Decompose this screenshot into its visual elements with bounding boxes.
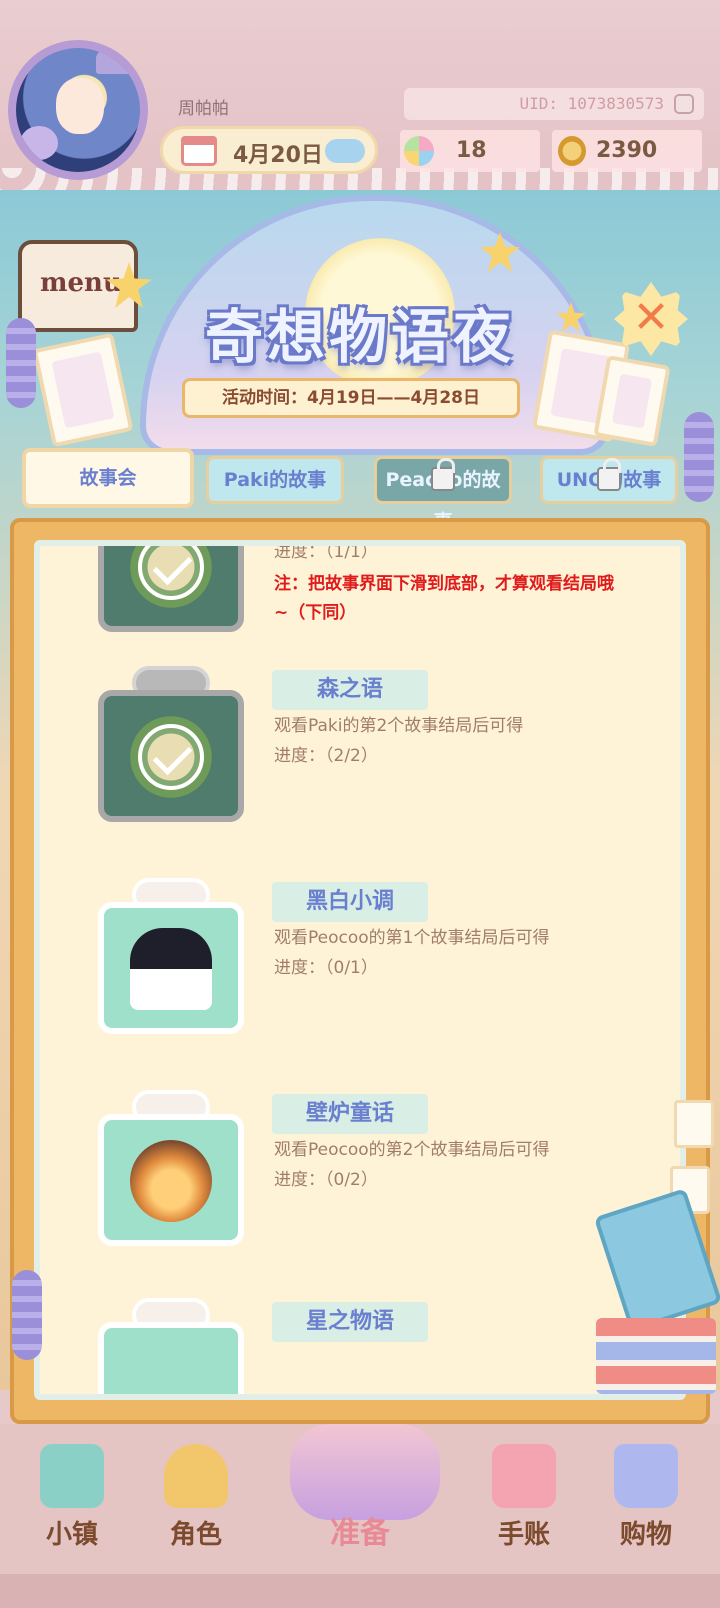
reward-item-icon[interactable]	[92, 878, 250, 1038]
avatar-pet	[20, 126, 58, 160]
nav-shop[interactable]: 购物	[586, 1438, 706, 1568]
reward-progress: 进度：（1/1）	[274, 542, 378, 562]
nav-label: 准备	[330, 1516, 390, 1551]
reward-item-icon[interactable]	[92, 1298, 250, 1394]
nav-label: 手账	[497, 1520, 550, 1550]
reward-name: 壁炉童话	[272, 1094, 428, 1134]
fireplace-art	[130, 1140, 212, 1222]
bottom-strip	[0, 1574, 720, 1608]
coin-icon	[558, 136, 586, 166]
tab-story-meeting[interactable]: 故事会	[22, 448, 194, 508]
nav-label: 小镇	[45, 1520, 98, 1550]
reward-progress: 进度：（2/2）	[274, 746, 378, 766]
book-stack-decoration	[596, 1318, 716, 1394]
lock-icon	[431, 458, 455, 491]
copy-icon[interactable]	[674, 94, 694, 114]
reward-desc: 观看Paki的第2个故事结局后可得	[274, 716, 524, 736]
username: 周帕帕	[178, 99, 229, 119]
uid-text: UID: 1073830573	[519, 94, 665, 113]
coin-count: 2390	[596, 138, 658, 163]
calendar-icon	[181, 136, 217, 166]
prepare-icon	[290, 1424, 440, 1520]
lavender-decoration	[6, 318, 36, 408]
story-card-decoration	[674, 1100, 714, 1148]
coin-currency[interactable]: 2390	[552, 130, 702, 172]
reward-list-panel[interactable]: 进度：（1/1） 注：把故事界面下滑到底部，才算观看结局哦~（下同） 森之语 观…	[34, 540, 686, 1400]
maid-dress-art	[130, 928, 212, 1010]
reward-progress: 进度：（0/2）	[274, 1170, 378, 1190]
shopping-bag-icon	[614, 1444, 678, 1508]
tab-peacoo-story[interactable]: Peacoo的故事	[374, 456, 512, 533]
nav-label: 角色	[169, 1520, 222, 1550]
nav-town[interactable]: 小镇	[12, 1438, 132, 1568]
journal-icon	[492, 1444, 556, 1508]
flower-count: 18	[456, 138, 487, 163]
flower-icon	[404, 136, 434, 166]
reward-name: 森之语	[272, 670, 428, 710]
uid-box: UID: 1073830573	[404, 88, 704, 120]
lock-icon	[597, 458, 621, 491]
tab-paki-story[interactable]: Paki的故事	[206, 456, 344, 504]
event-time: 活动时间：4月19日——4月28日	[182, 378, 520, 418]
tab-uno-story[interactable]: UNO的故事	[540, 456, 678, 504]
reward-base	[98, 1322, 244, 1394]
reward-desc: 观看Peocoo的第2个故事结局后可得	[274, 1140, 550, 1160]
avatar-image	[16, 48, 140, 172]
event-title: 奇想物语夜	[204, 303, 515, 371]
reward-item-icon[interactable]	[92, 546, 250, 636]
avatar[interactable]	[8, 40, 148, 180]
reward-desc: 观看Peocoo的第1个故事结局后可得	[274, 928, 550, 948]
close-icon: ✕	[632, 292, 670, 343]
nav-journal[interactable]: 手账	[464, 1438, 584, 1568]
reward-item-icon[interactable]	[92, 1090, 250, 1250]
reward-name: 星之物语	[272, 1302, 428, 1342]
avatar-face	[56, 78, 104, 134]
nav-prepare[interactable]: 准备	[270, 1424, 450, 1554]
date-display[interactable]: 4月20日	[160, 126, 378, 174]
character-icon	[164, 1444, 228, 1508]
lavender-decoration	[12, 1270, 42, 1360]
flower-currency[interactable]: 18	[400, 130, 540, 172]
lavender-decoration	[684, 412, 714, 502]
avatar-hat	[96, 48, 132, 74]
nav-label: 购物	[619, 1520, 672, 1550]
nav-character[interactable]: 角色	[136, 1438, 256, 1568]
reward-note: 注：把故事界面下滑到底部，才算观看结局哦~（下同）	[274, 574, 614, 623]
reward-item-icon[interactable]	[92, 666, 250, 826]
check-icon	[138, 724, 204, 790]
reward-progress: 进度：（0/1）	[274, 958, 378, 978]
reward-name: 黑白小调	[272, 882, 428, 922]
map-icon	[40, 1444, 104, 1508]
date-text: 4月20日	[233, 143, 323, 168]
cloud-weather-icon	[325, 139, 365, 163]
close-button[interactable]: ✕	[614, 282, 688, 356]
